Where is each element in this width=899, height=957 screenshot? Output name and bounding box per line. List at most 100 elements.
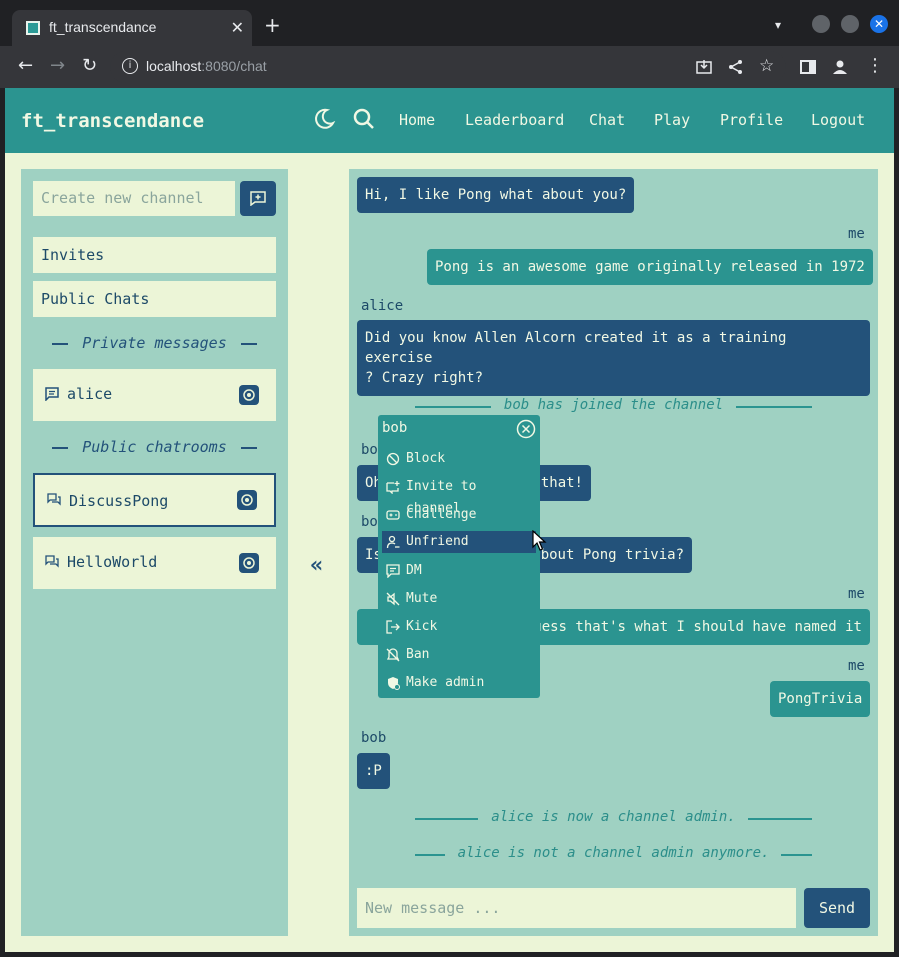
menu-kebab-icon[interactable]: ⋮	[866, 55, 884, 77]
app-header: ft_transcendance Home Leaderboard Chat P…	[5, 88, 894, 153]
menu-item-label: Ban	[406, 647, 430, 662]
install-icon[interactable]	[695, 58, 713, 76]
room-label: HelloWorld	[67, 553, 158, 571]
private-messages-title: Private messages	[33, 334, 276, 352]
message-sender: me	[848, 586, 865, 602]
menu-item-label: Kick	[406, 619, 438, 634]
menu-item-ban[interactable]: Ban	[382, 644, 536, 666]
block-icon	[386, 452, 400, 466]
context-menu-title: bob	[382, 420, 408, 436]
unfriend-icon	[386, 535, 400, 549]
invite-icon	[386, 481, 400, 494]
message-bubble[interactable]: Did you know Allen Alcorn created it as …	[357, 320, 870, 396]
message-sender: me	[848, 226, 865, 242]
minimize-button[interactable]	[812, 15, 830, 33]
reload-icon[interactable]: ↻	[82, 55, 97, 77]
message-sender[interactable]: bo	[361, 442, 378, 458]
message-sender[interactable]: alice	[361, 298, 403, 314]
site-info-icon[interactable]: i	[122, 58, 138, 74]
message-text-tail: bout Pong trivia?	[540, 547, 684, 563]
divider-line	[781, 854, 812, 856]
browser-tab[interactable]: ft_transcendance ✕	[12, 10, 252, 46]
new-channel-input[interactable]: Create new channel	[33, 181, 235, 216]
dm-icon	[386, 564, 400, 578]
nav-play[interactable]: Play	[654, 111, 690, 129]
forward-icon[interactable]: →	[50, 55, 65, 77]
tab-title: ft_transcendance	[49, 19, 157, 35]
settings-icon	[243, 389, 255, 401]
chat-bubbles-icon	[47, 493, 61, 506]
profile-icon[interactable]	[831, 58, 849, 76]
message-text-tail: that!	[540, 475, 583, 491]
room-discusspong[interactable]: DiscussPong	[33, 473, 276, 527]
system-message: alice is now a channel admin.	[491, 809, 736, 825]
message-bubble[interactable]: Pong is an awesome game originally relea…	[427, 249, 873, 285]
collapse-sidebar-icon[interactable]: «	[310, 553, 323, 578]
private-chat-alice[interactable]: alice	[33, 369, 276, 421]
browser-tab-bar: ft_transcendance ✕ + ▾ ✕	[0, 0, 899, 46]
message-bubble[interactable]: :P	[357, 753, 390, 789]
public-chats-item[interactable]: Public Chats	[33, 281, 276, 317]
address-bar[interactable]: i localhost:8080/chat	[110, 51, 786, 83]
message-bubble[interactable]: PongTrivia	[770, 681, 871, 717]
gamepad-icon	[386, 510, 400, 520]
close-circle-icon[interactable]	[516, 419, 536, 439]
menu-item-unfriend[interactable]: Unfriend	[382, 531, 536, 553]
room-settings-button[interactable]	[237, 490, 257, 510]
divider-line	[736, 406, 812, 408]
nav-leaderboard[interactable]: Leaderboard	[465, 111, 564, 129]
nav-chat[interactable]: Chat	[589, 111, 625, 129]
moon-icon[interactable]	[312, 107, 336, 131]
search-icon[interactable]	[352, 107, 376, 131]
side-panel-icon[interactable]	[799, 58, 817, 76]
menu-item-kick[interactable]: Kick	[382, 616, 536, 638]
send-button[interactable]: Send	[804, 888, 870, 928]
brand-title[interactable]: ft_transcendance	[21, 110, 204, 132]
menu-item-block[interactable]: Block	[382, 448, 536, 470]
message-line: Did you know Allen Alcorn created it as …	[365, 330, 787, 366]
chat-settings-button[interactable]	[239, 385, 259, 405]
menu-item-invite[interactable]: Invite to channel	[382, 476, 536, 516]
tab-close-icon[interactable]: ✕	[231, 18, 244, 37]
url-host: localhost	[146, 58, 202, 74]
message-bubble[interactable]: Hi, I like Pong what about you?	[357, 177, 635, 213]
public-chatrooms-title: Public chatrooms	[33, 438, 276, 456]
nav-home[interactable]: Home	[399, 111, 435, 129]
create-channel-button[interactable]	[240, 181, 276, 216]
share-icon[interactable]	[727, 58, 745, 76]
invites-item[interactable]: Invites	[33, 237, 276, 273]
new-tab-icon[interactable]: +	[264, 15, 281, 35]
tab-search-icon[interactable]: ▾	[775, 18, 781, 32]
message-sender[interactable]: bo	[361, 514, 378, 530]
back-icon[interactable]: ←	[18, 55, 33, 77]
add-chat-icon	[250, 191, 266, 206]
menu-item-dm[interactable]: DM	[382, 560, 536, 582]
system-message: alice is not a channel admin anymore.	[457, 845, 770, 861]
close-window-button[interactable]: ✕	[870, 15, 888, 33]
maximize-button[interactable]	[841, 15, 859, 33]
settings-icon	[243, 557, 255, 569]
message-icon	[45, 387, 59, 401]
browser-toolbar: ← → ↻ i localhost:8080/chat ☆ ⋮	[0, 46, 899, 88]
nav-profile[interactable]: Profile	[720, 111, 783, 129]
favicon-icon	[26, 21, 40, 35]
menu-item-make-admin[interactable]: Make admin	[382, 672, 536, 694]
room-settings-button[interactable]	[239, 553, 259, 573]
bookmark-star-icon[interactable]: ☆	[759, 55, 774, 77]
url-text: localhost:8080/chat	[146, 58, 267, 74]
app-root: ft_transcendance Home Leaderboard Chat P…	[5, 88, 894, 952]
message-input[interactable]: New message ...	[357, 888, 796, 928]
chat-bubbles-icon	[45, 555, 59, 568]
menu-item-label: Challenge	[406, 507, 477, 522]
shield-icon	[388, 677, 400, 690]
menu-item-label: Mute	[406, 591, 438, 606]
message-sender: me	[848, 658, 865, 674]
message-line: ? Crazy right?	[365, 370, 484, 386]
message-sender[interactable]: bob	[361, 730, 386, 746]
menu-item-mute[interactable]: Mute	[382, 588, 536, 610]
user-context-menu: bob Block Invite to channel Challenge Un…	[378, 415, 540, 698]
mouse-cursor-icon	[532, 530, 547, 551]
menu-item-challenge[interactable]: Challenge	[382, 504, 536, 526]
room-helloworld[interactable]: HelloWorld	[33, 537, 276, 589]
nav-logout[interactable]: Logout	[811, 111, 865, 129]
